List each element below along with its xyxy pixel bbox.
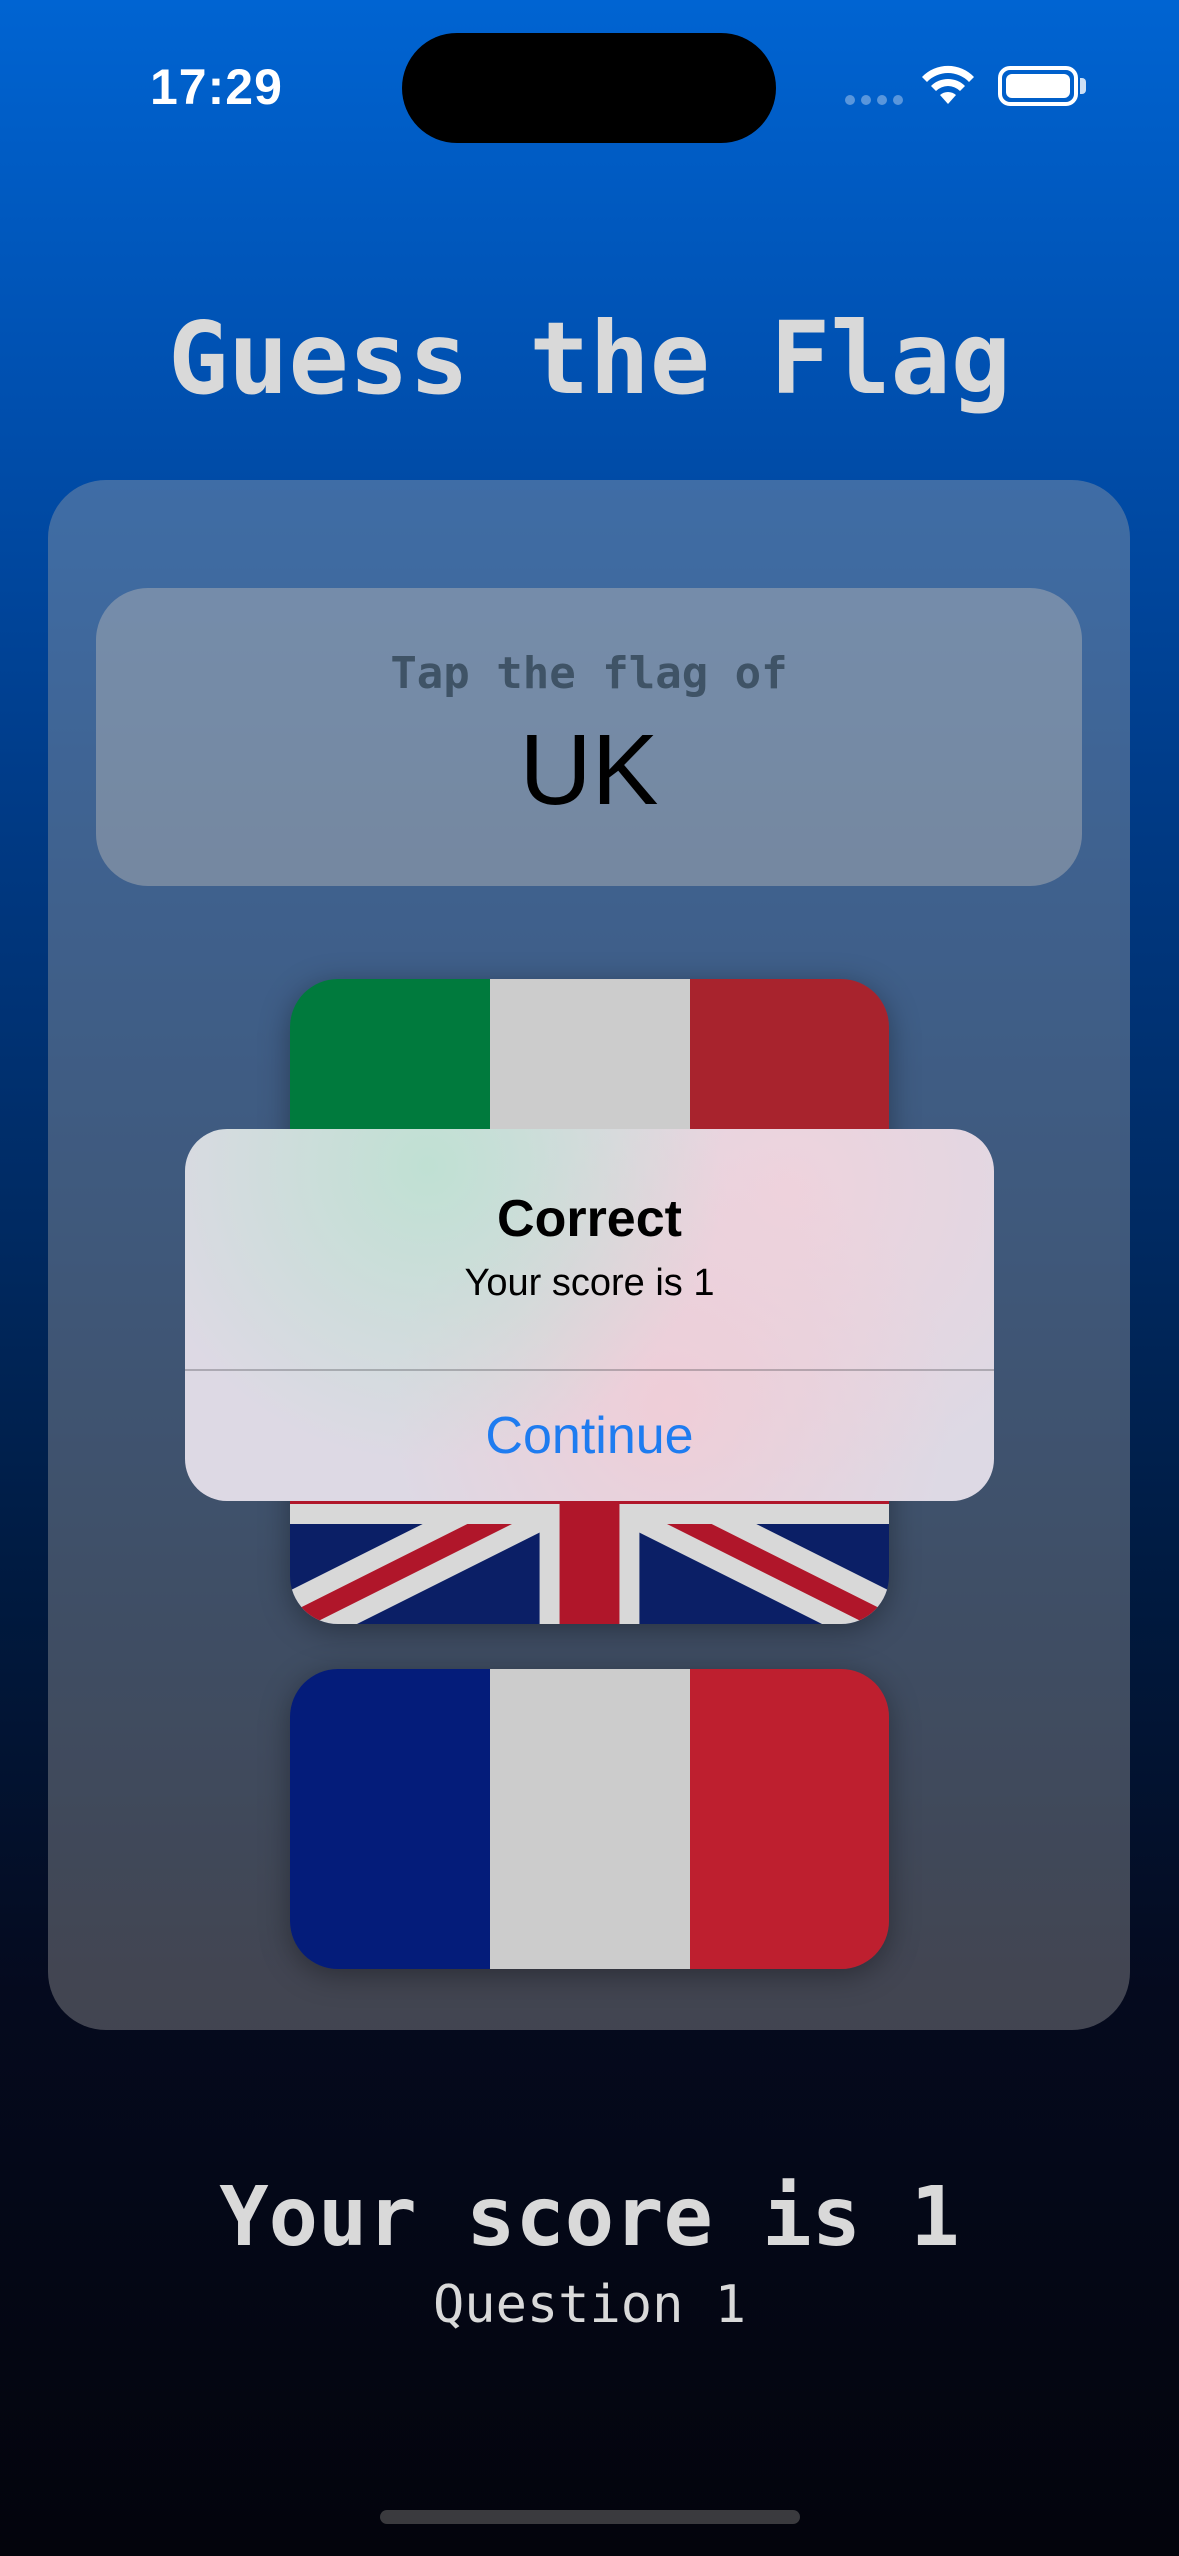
prompt-country: UK [519,714,659,826]
page-title: Guess the Flag [168,300,1011,417]
flag-band-blue [290,1669,490,1969]
battery-nub [1080,78,1086,94]
score-alert: Correct Your score is 1 Continue [185,1129,994,1501]
question-label: Question 1 [432,2275,747,2335]
dynamic-island [402,33,776,143]
flag-band-white [490,1669,690,1969]
prompt-label: Tap the flag of [390,648,788,699]
flag-button-france[interactable] [290,1669,889,1969]
battery-icon [998,66,1078,106]
home-indicator[interactable] [380,2510,800,2524]
continue-button[interactable]: Continue [185,1371,994,1501]
alert-title: Correct [497,1190,682,1248]
wifi-icon [922,65,974,104]
flag-band-red [690,1669,889,1969]
prompt-box: Tap the flag of UK [96,588,1082,886]
cellular-dots-icon [845,95,903,105]
status-time: 17:29 [150,59,283,115]
alert-message: Your score is 1 [464,1262,715,1304]
score-label: Your score is 1 [219,2170,960,2265]
